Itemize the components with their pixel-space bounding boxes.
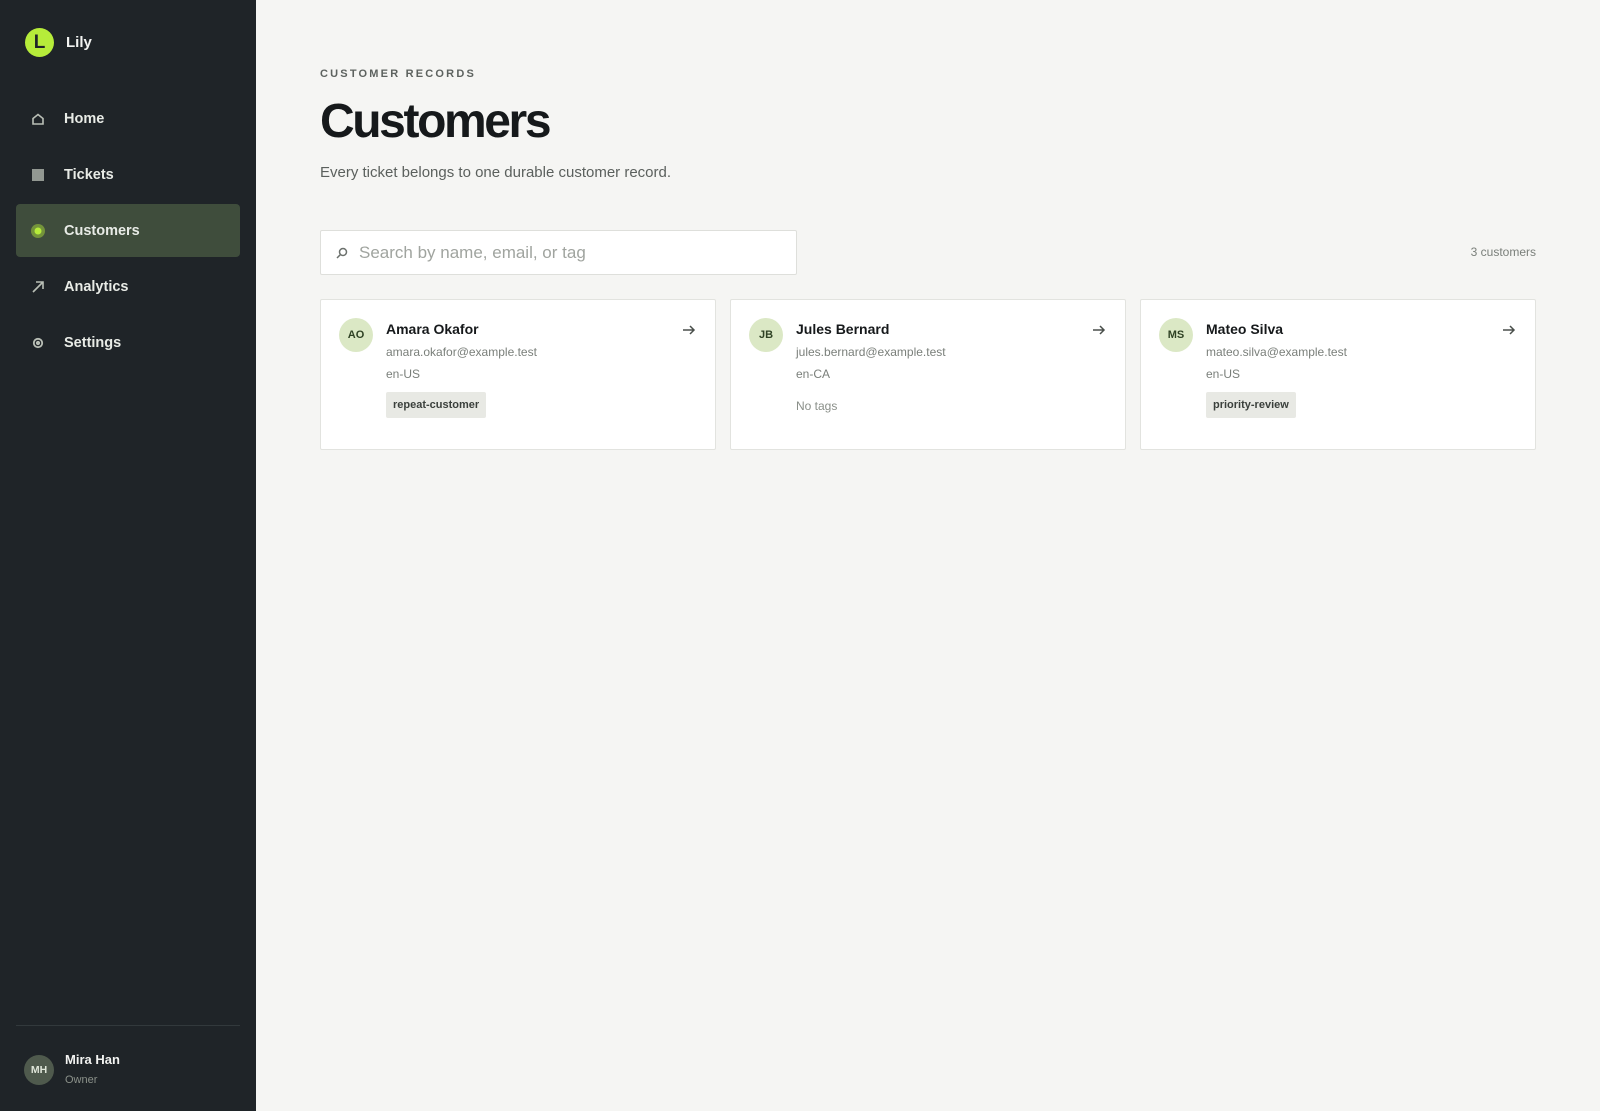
page-subtitle: Every ticket belongs to one durable cust… <box>320 164 672 181</box>
sidebar-item-home[interactable]: Home <box>16 92 240 145</box>
app: L Lily Home Tickets Customers Analytics … <box>0 0 1600 1111</box>
analytics-icon <box>30 279 46 295</box>
avatar: JB <box>749 318 783 352</box>
customer-tag: priority-review <box>1206 392 1296 418</box>
sidebar-item-settings[interactable]: Settings <box>16 316 240 369</box>
brand-name: Lily <box>66 34 92 51</box>
user-profile[interactable]: MH Mira Han Owner <box>24 1051 120 1089</box>
page-eyebrow: CUSTOMER RECORDS <box>320 68 477 80</box>
search-input[interactable] <box>359 242 779 263</box>
customer-email: mateo.silva@example.test <box>1206 345 1347 359</box>
customer-locale: en-US <box>1206 367 1241 381</box>
search-icon <box>335 246 349 260</box>
customer-list: AO Amara Okafor amara.okafor@example.tes… <box>320 299 1536 450</box>
avatar: MS <box>1159 318 1193 352</box>
sidebar-item-tickets[interactable]: Tickets <box>16 148 240 201</box>
customer-name: Mateo Silva <box>1206 321 1284 337</box>
sidebar-divider <box>16 1025 240 1026</box>
arrow-right-icon[interactable] <box>681 322 697 338</box>
customer-card-body: Mateo Silva mateo.silva@example.test en-… <box>1206 320 1347 418</box>
customer-count: 3 customers <box>1470 245 1536 259</box>
user-info: Mira Han Owner <box>65 1051 120 1089</box>
customer-locale: en-US <box>386 367 421 381</box>
sidebar-nav: Home Tickets Customers Analytics Setting… <box>16 92 240 372</box>
avatar: AO <box>339 318 373 352</box>
sidebar-item-label: Home <box>64 110 105 127</box>
customer-tag: repeat-customer <box>386 392 487 418</box>
customer-card-jules-bernard[interactable]: JB Jules Bernard jules.bernard@example.t… <box>730 299 1126 450</box>
arrow-right-icon[interactable] <box>1091 322 1107 338</box>
customer-card-mateo-silva[interactable]: MS Mateo Silva mateo.silva@example.test … <box>1140 299 1536 450</box>
main-content: CUSTOMER RECORDS Customers Every ticket … <box>256 0 1600 1111</box>
sidebar-item-analytics[interactable]: Analytics <box>16 260 240 313</box>
search-box[interactable] <box>320 230 797 275</box>
sidebar-item-label: Analytics <box>64 278 129 295</box>
sidebar-item-customers[interactable]: Customers <box>16 204 240 257</box>
avatar: MH <box>24 1055 54 1085</box>
no-tags-label: No tags <box>796 399 838 413</box>
customer-name: Jules Bernard <box>796 321 890 337</box>
customer-email: amara.okafor@example.test <box>386 345 537 359</box>
customers-icon <box>30 223 46 239</box>
home-icon <box>30 111 46 127</box>
customer-card-body: Jules Bernard jules.bernard@example.test… <box>796 320 946 414</box>
user-role: Owner <box>65 1074 98 1086</box>
customer-card-amara-okafor[interactable]: AO Amara Okafor amara.okafor@example.tes… <box>320 299 716 450</box>
sidebar-item-label: Settings <box>64 334 122 351</box>
page-title: Customers <box>320 95 552 148</box>
brand-logo: L <box>25 28 54 57</box>
brand[interactable]: L Lily <box>25 28 92 57</box>
customer-name: Amara Okafor <box>386 321 479 337</box>
sidebar-item-label: Customers <box>64 222 140 239</box>
sidebar: L Lily Home Tickets Customers Analytics … <box>0 0 256 1111</box>
customer-card-body: Amara Okafor amara.okafor@example.test e… <box>386 320 537 418</box>
sidebar-item-label: Tickets <box>64 166 114 183</box>
user-name: Mira Han <box>65 1052 120 1067</box>
customer-locale: en-CA <box>796 367 831 381</box>
settings-icon <box>30 335 46 351</box>
tickets-icon <box>30 167 46 183</box>
customer-email: jules.bernard@example.test <box>796 345 946 359</box>
arrow-right-icon[interactable] <box>1501 322 1517 338</box>
